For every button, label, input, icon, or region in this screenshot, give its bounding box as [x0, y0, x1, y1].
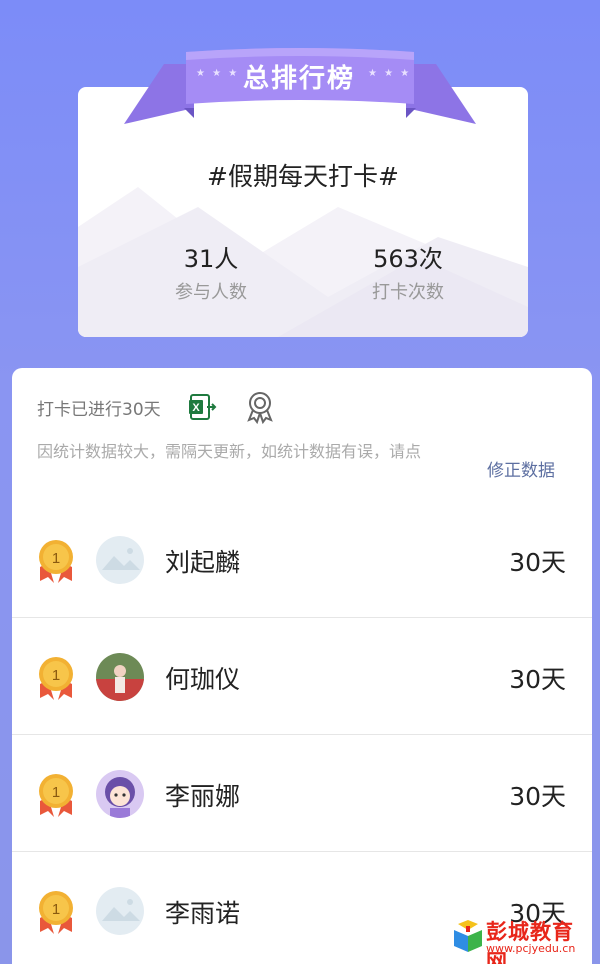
watermark-text: 彭城教育网 [486, 920, 574, 964]
page: #假期每天打卡# 31人 参与人数 563次 打卡次数 ★ ★ ★ ★ ★ ★ … [0, 0, 600, 964]
gold-medal-icon: 1 [39, 657, 73, 700]
data-update-notice: 因统计数据较大，需隔天更新，如统计数据有误，请点 [37, 442, 422, 461]
avatar[interactable] [96, 770, 144, 818]
svg-text:X: X [192, 402, 200, 414]
watermark-url: www.pcjyedu.cn [486, 942, 576, 955]
checkins-label: 打卡次数 [372, 282, 444, 303]
gold-medal-icon: 1 [39, 891, 73, 934]
days-progress-text: 打卡已进行30天 [37, 399, 161, 420]
rank-number: 1 [52, 784, 60, 801]
gold-medal-icon: 1 [39, 540, 73, 583]
avatar[interactable] [96, 653, 144, 701]
banner-title: 总排行榜 [242, 63, 355, 94]
rank-number: 1 [52, 901, 60, 918]
avatar[interactable] [96, 536, 144, 584]
checkin-days: 30天 [509, 665, 566, 694]
checkin-days: 30天 [509, 782, 566, 811]
excel-export-icon[interactable]: X [187, 391, 219, 423]
ranking-list-card: 打卡已进行30天 X 因统计数据较大，需隔天更新，如统计数据有误，请点 修正数据 [12, 368, 592, 964]
checkins-value: 563次 [373, 245, 443, 273]
member-name: 刘起麟 [165, 548, 241, 577]
member-name: 李雨诺 [165, 899, 241, 928]
participants-value: 31人 [183, 245, 239, 273]
book-logo-icon [454, 920, 482, 952]
checkin-days: 30天 [509, 548, 566, 577]
site-watermark: 彭城教育网 www.pcjyedu.cn [452, 916, 594, 964]
member-name: 何珈仪 [165, 665, 241, 694]
rank-row[interactable]: 1 刘起麟 30天 [12, 501, 592, 618]
member-name: 李丽娜 [165, 782, 241, 811]
fix-data-link[interactable]: 修正数据 [487, 450, 557, 492]
summary-row: 打卡已进行30天 X [37, 390, 277, 424]
rank-list: 1 刘起麟 30天 1 何珈仪 30天 1 李丽娜 30天 1 李雨诺 30天 [12, 501, 592, 964]
participants-stat: 31人 参与人数 [131, 239, 291, 304]
rank-row[interactable]: 1 李丽娜 30天 [12, 735, 592, 852]
checkins-stat: 563次 打卡次数 [328, 239, 488, 304]
award-icon[interactable] [243, 390, 277, 424]
rank-number: 1 [52, 667, 60, 684]
participants-label: 参与人数 [175, 282, 247, 303]
avatar[interactable] [96, 887, 144, 935]
rank-row[interactable]: 1 何珈仪 30天 [12, 618, 592, 735]
gold-medal-icon: 1 [39, 774, 73, 817]
event-title: #假期每天打卡# [207, 162, 399, 191]
rank-number: 1 [52, 550, 60, 567]
